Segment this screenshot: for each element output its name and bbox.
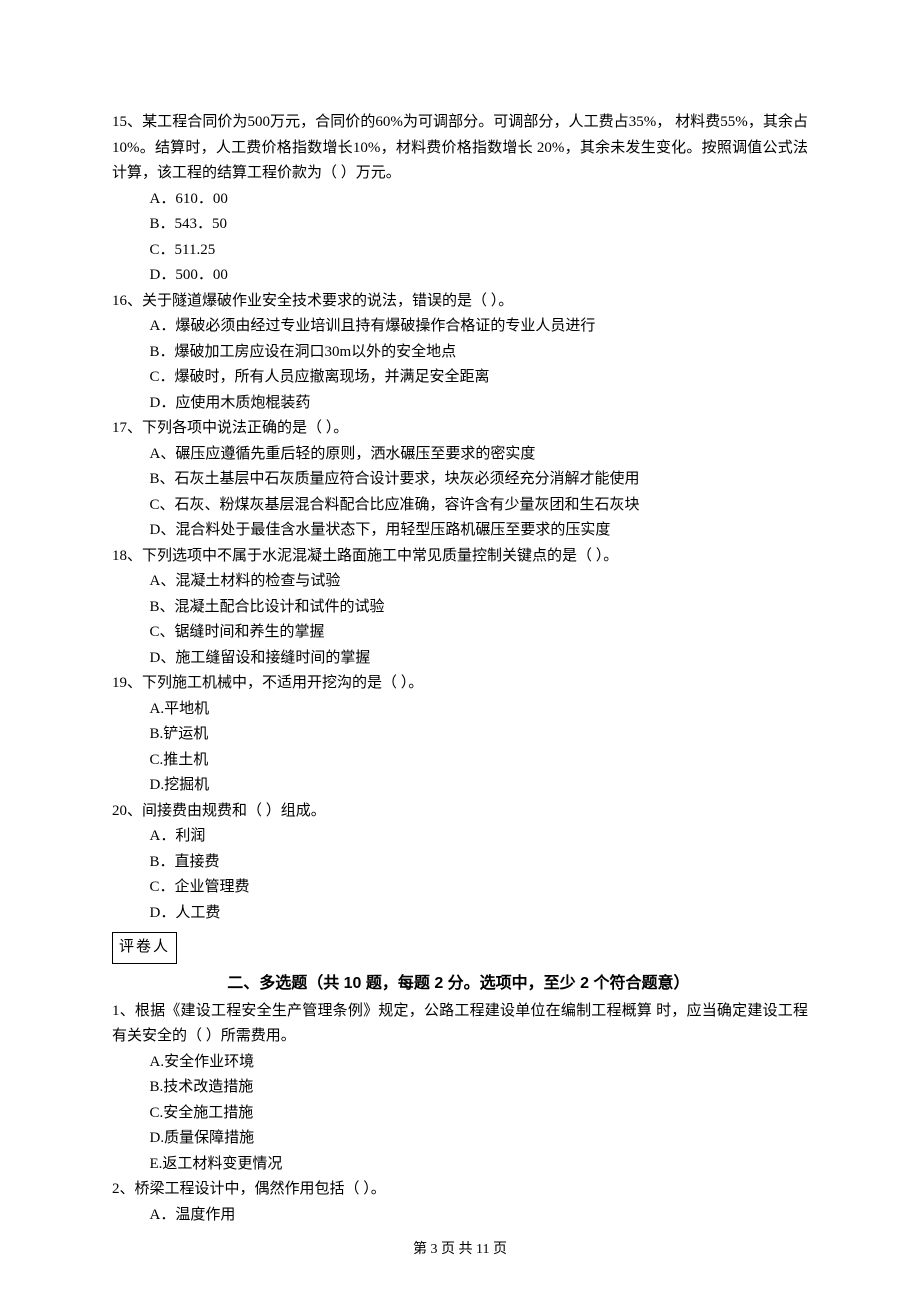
q18-option-c: C、锯缝时间和养生的掌握 — [112, 620, 808, 646]
q15-option-c: C．511.25 — [112, 238, 808, 264]
section-2-title: 二、多选题（共 10 题，每题 2 分。选项中，至少 2 个符合题意） — [112, 970, 808, 997]
q17-option-d: D、混合料处于最佳含水量状态下，用轻型压路机碾压至要求的压实度 — [112, 518, 808, 544]
q20-option-a: A．利润 — [112, 824, 808, 850]
q17-option-a: A、碾压应遵循先重后轻的原则，洒水碾压至要求的密实度 — [112, 442, 808, 468]
q20-option-c: C．企业管理费 — [112, 875, 808, 901]
q19-option-d: D.挖掘机 — [112, 773, 808, 799]
q17-stem: 17、下列各项中说法正确的是（ ）。 — [112, 416, 808, 442]
q17-option-b: B、石灰土基层中石灰质量应符合设计要求，块灰必须经充分消解才能使用 — [112, 467, 808, 493]
q18-stem: 18、下列选项中不属于水泥混凝土路面施工中常见质量控制关键点的是（ ）。 — [112, 544, 808, 570]
q16-stem: 16、关于隧道爆破作业安全技术要求的说法，错误的是（ ）。 — [112, 289, 808, 315]
q16-option-a: A．爆破必须由经过专业培训且持有爆破操作合格证的专业人员进行 — [112, 314, 808, 340]
q15-option-a: A．610．00 — [112, 187, 808, 213]
m1-stem: 1、根据《建设工程安全生产管理条例》规定，公路工程建设单位在编制工程概算 时，应… — [112, 999, 808, 1050]
m1-option-b: B.技术改造措施 — [112, 1075, 808, 1101]
q20-option-b: B．直接费 — [112, 850, 808, 876]
m1-option-a: A.安全作业环境 — [112, 1050, 808, 1076]
q19-stem: 19、下列施工机械中，不适用开挖沟的是（ ）。 — [112, 671, 808, 697]
m1-option-d: D.质量保障措施 — [112, 1126, 808, 1152]
q16-option-c: C．爆破时，所有人员应撤离现场，并满足安全距离 — [112, 365, 808, 391]
q19-option-a: A.平地机 — [112, 697, 808, 723]
m1-option-e: E.返工材料变更情况 — [112, 1152, 808, 1178]
m1-option-c: C.安全施工措施 — [112, 1101, 808, 1127]
page: 15、某工程合同价为500万元，合同价的60%为可调部分。可调部分，人工费占35… — [0, 0, 920, 1302]
q17-option-c: C、石灰、粉煤灰基层混合料配合比应准确，容许含有少量灰团和生石灰块 — [112, 493, 808, 519]
q18-option-b: B、混凝土配合比设计和试件的试验 — [112, 595, 808, 621]
q15-stem: 15、某工程合同价为500万元，合同价的60%为可调部分。可调部分，人工费占35… — [112, 110, 808, 187]
q16-option-d: D．应使用木质炮棍装药 — [112, 391, 808, 417]
q20-stem: 20、间接费由规费和（ ）组成。 — [112, 799, 808, 825]
q18-option-d: D、施工缝留设和接缝时间的掌握 — [112, 646, 808, 672]
m2-stem: 2、桥梁工程设计中，偶然作用包括（ ）。 — [112, 1177, 808, 1203]
m2-option-a: A．温度作用 — [112, 1203, 808, 1229]
q20-option-d: D．人工费 — [112, 901, 808, 927]
q15-option-b: B．543．50 — [112, 212, 808, 238]
q19-option-c: C.推土机 — [112, 748, 808, 774]
grader-box: 评卷人 — [112, 932, 177, 964]
q15-option-d: D．500．00 — [112, 263, 808, 289]
page-footer: 第 3 页 共 11 页 — [0, 1238, 920, 1262]
q18-option-a: A、混凝土材料的检查与试验 — [112, 569, 808, 595]
q16-option-b: B．爆破加工房应设在洞口30m以外的安全地点 — [112, 340, 808, 366]
q19-option-b: B.铲运机 — [112, 722, 808, 748]
